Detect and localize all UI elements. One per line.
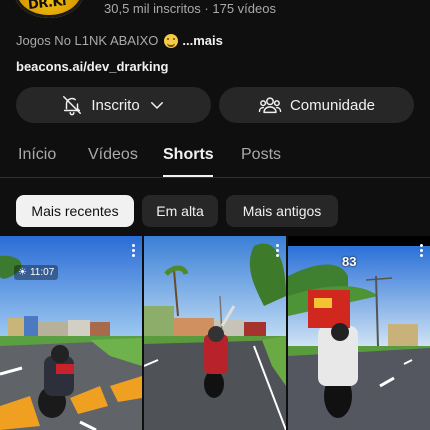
channel-stats: 30,5 mil inscritos · 175 vídeos: [104, 1, 276, 16]
tab-inicio[interactable]: Início: [18, 146, 56, 164]
short-thumbnail[interactable]: 83: [288, 236, 430, 430]
channel-avatar[interactable]: DR.Ki: [14, 0, 84, 18]
description-text: Jogos No L1NK ABAIXO: [16, 33, 159, 48]
channel-tabs: Início Vídeos Shorts Posts: [0, 140, 430, 178]
short-thumbnail[interactable]: [144, 236, 286, 430]
tab-shorts[interactable]: Shorts: [163, 146, 214, 164]
bell-off-icon: [61, 94, 83, 116]
short-3-scene: [288, 236, 430, 430]
short-2-scene: [144, 236, 286, 430]
chevron-down-icon: [148, 96, 166, 114]
people-icon: [258, 94, 282, 116]
short-1-time-overlay: ☀ 11:07: [14, 265, 59, 280]
chip-mais-recentes[interactable]: Mais recentes: [16, 195, 134, 227]
chip-mais-antigos[interactable]: Mais antigos: [226, 195, 338, 227]
community-label: Comunidade: [289, 96, 376, 114]
tab-videos[interactable]: Vídeos: [88, 146, 138, 164]
sun-icon: ☀: [18, 267, 27, 278]
smile-emoji-icon: [164, 33, 179, 48]
channel-header: DR.Ki 30,5 mil inscritos · 175 vídeos: [0, 0, 430, 22]
short-menu-icon[interactable]: [276, 244, 280, 258]
short-menu-icon[interactable]: [420, 244, 424, 258]
active-tab-indicator: [163, 175, 213, 177]
community-button[interactable]: Comunidade: [219, 87, 414, 123]
short-menu-icon[interactable]: [132, 244, 136, 258]
short-thumbnail[interactable]: ☀ 11:07: [0, 236, 142, 430]
subscribed-label: Inscrito: [91, 96, 140, 114]
chip-em-alta[interactable]: Em alta: [142, 195, 218, 227]
channel-link[interactable]: beacons.ai/dev_drarking: [16, 59, 168, 74]
description-more-link[interactable]: ...mais: [182, 33, 222, 48]
channel-description[interactable]: Jogos No L1NK ABAIXO ...mais: [16, 33, 223, 48]
subscribed-button[interactable]: Inscrito: [16, 87, 211, 123]
tab-posts[interactable]: Posts: [241, 146, 281, 164]
short-3-speed-overlay: 83: [342, 254, 357, 269]
shorts-grid: ☀ 11:07 83: [0, 236, 430, 430]
